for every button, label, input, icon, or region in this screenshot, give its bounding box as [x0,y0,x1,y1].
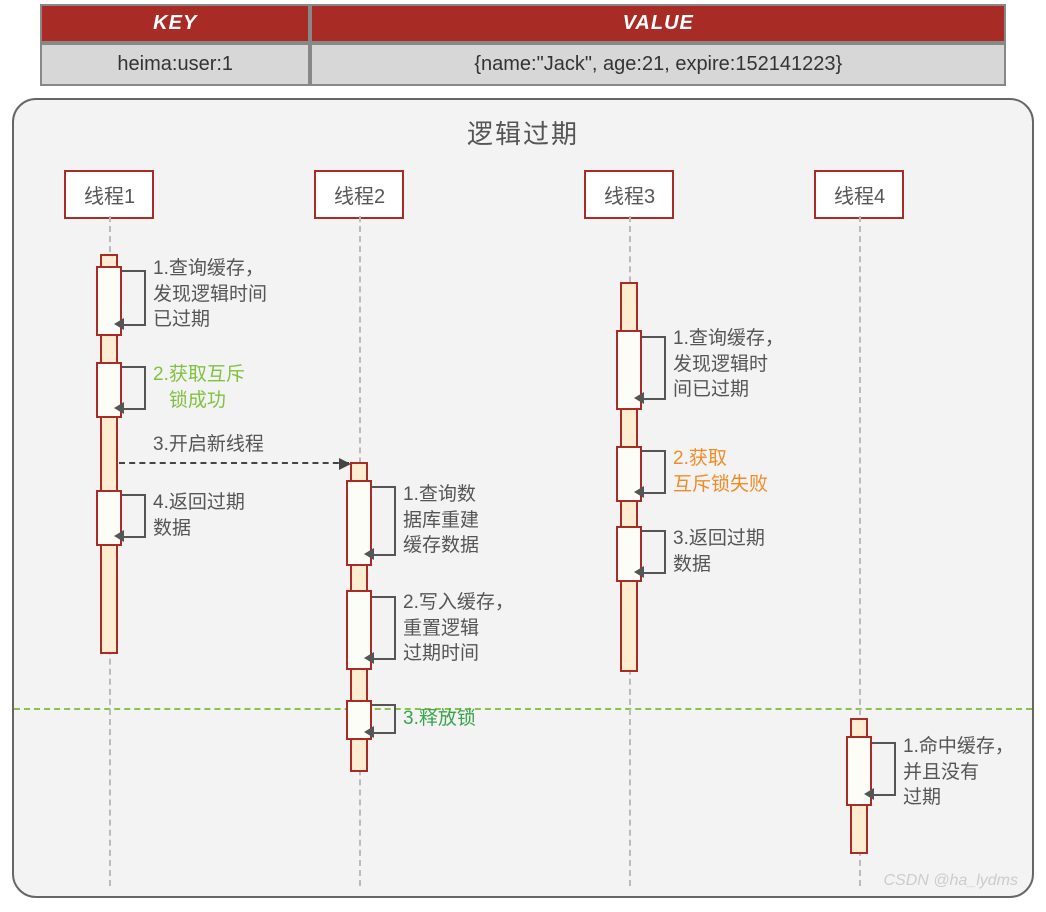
t2-step3-label: 3.释放锁 [403,706,476,732]
kv-header-value: VALUE [310,4,1006,43]
lane-thread-3: 线程3 1.查询缓存，发现逻辑时间已过期 2.获取互斥锁失败 3.返回过期数据 [584,170,674,886]
lane-thread-1: 线程1 1.查询缓存，发现逻辑时间已过期 2.获取互斥 锁成功 3.开启新线程 … [64,170,154,886]
t1-step1-label: 1.查询缓存，发现逻辑时间已过期 [153,256,267,333]
thread-4-head: 线程4 [814,170,904,219]
t3-step2-loop [642,450,666,494]
t3-step2-label: 2.获取互斥锁失败 [673,446,768,497]
t3-step1-label: 1.查询缓存，发现逻辑时间已过期 [673,326,784,403]
t2-step3-loop [372,704,396,734]
thread-2-head: 线程2 [314,170,404,219]
t3-step3-loop [642,530,666,574]
lane-thread-2: 线程2 1.查询数据库重建缓存数据 2.写入缓存，重置逻辑过期时间 3.释放锁 [314,170,404,886]
t2-step2-loop [372,596,396,660]
t1-step2-label: 2.获取互斥 锁成功 [153,362,245,413]
kv-table: KEY VALUE heima:user:1 {name:"Jack", age… [40,4,1006,86]
t1-step4-label: 4.返回过期数据 [153,490,245,541]
t1-step2-loop [122,366,146,410]
t3-step1-loop [642,336,666,400]
watermark: CSDN @ha_lydms [884,872,1019,890]
kv-cell-key: heima:user:1 [40,43,310,86]
sequence-diagram: 逻辑过期 线程1 1.查询缓存，发现逻辑时间已过期 2.获取互斥 锁成功 3.开… [12,98,1034,898]
t1-step3-label: 3.开启新线程 [153,432,264,458]
t4-step1-label: 1.命中缓存，并且没有过期 [903,734,1014,811]
thread-3-head: 线程3 [584,170,674,219]
t3-step3-label: 3.返回过期数据 [673,526,765,577]
kv-cell-value: {name:"Jack", age:21, expire:152141223} [310,43,1006,86]
t2-step1-label: 1.查询数据库重建缓存数据 [403,482,479,559]
t2-step2-label: 2.写入缓存，重置逻辑过期时间 [403,590,514,667]
t1-step4-loop [122,494,146,538]
kv-header-key: KEY [40,4,310,43]
t4-step1-loop [872,742,896,796]
thread-1-head: 线程1 [64,170,154,219]
t2-step1-loop [372,486,396,556]
t1-step1-loop [122,270,146,326]
lane-thread-4: 线程4 1.命中缓存，并且没有过期 [814,170,904,886]
diagram-title: 逻辑过期 [14,100,1032,151]
